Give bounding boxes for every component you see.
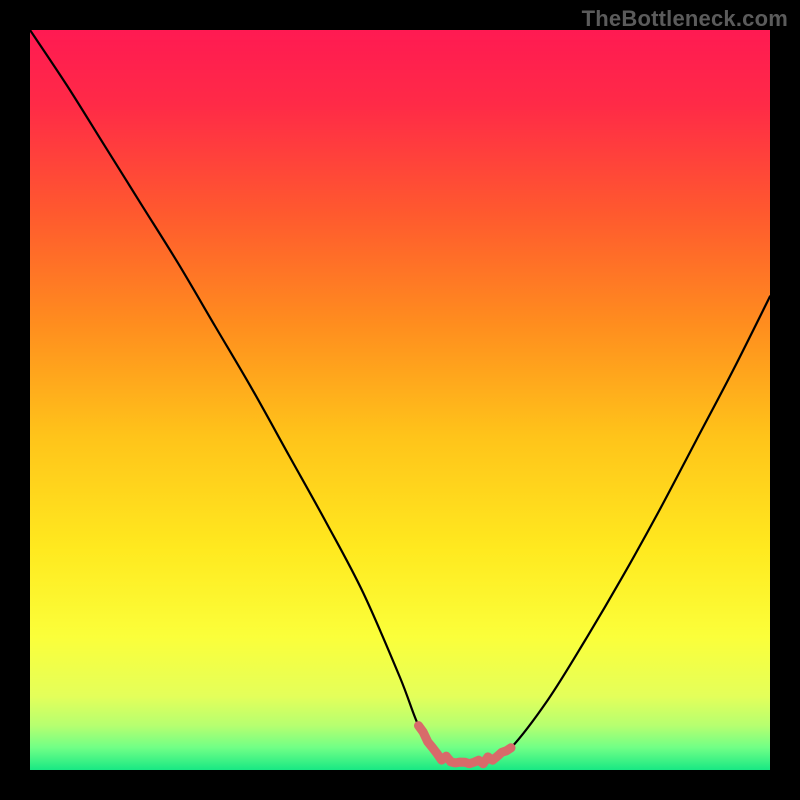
plot-area: [30, 30, 770, 770]
bottleneck-curve: [30, 30, 770, 763]
bottom-highlight: [419, 726, 512, 764]
curve-layer: [30, 30, 770, 770]
chart-frame: TheBottleneck.com: [0, 0, 800, 800]
watermark-text: TheBottleneck.com: [582, 6, 788, 32]
